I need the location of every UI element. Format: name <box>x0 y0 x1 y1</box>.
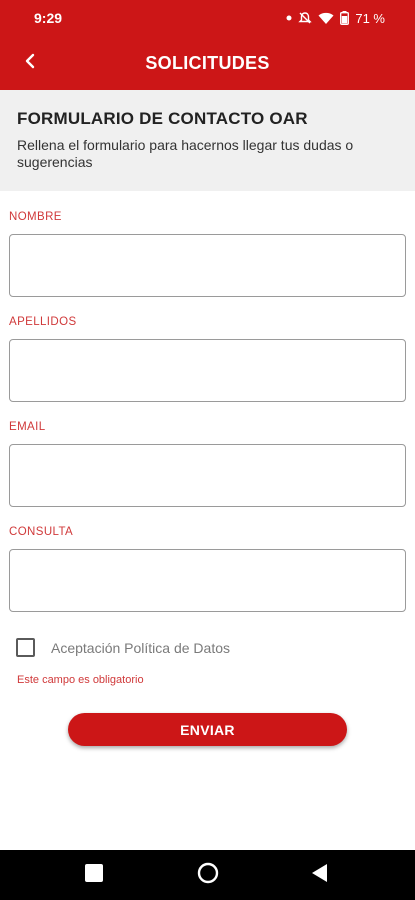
privacy-consent-checkbox[interactable] <box>16 638 35 657</box>
page-title: SOLICITUDES <box>145 52 270 73</box>
battery-icon <box>340 11 350 25</box>
status-time: 9:29 <box>34 10 63 26</box>
apellidos-input[interactable] <box>10 340 405 401</box>
nombre-input[interactable] <box>10 235 405 296</box>
consulta-input[interactable] <box>10 550 405 611</box>
nombre-field[interactable] <box>9 234 406 297</box>
mute-icon <box>298 11 313 25</box>
consulta-field[interactable] <box>9 549 406 612</box>
nombre-label: NOMBRE <box>9 211 62 223</box>
apellidos-field[interactable] <box>9 339 406 402</box>
privacy-consent-label[interactable]: Aceptación Política de Datos <box>51 640 230 656</box>
email-label: EMAIL <box>9 421 46 433</box>
chevron-left-icon <box>24 53 36 74</box>
status-icons: 71 % <box>286 11 385 26</box>
privacy-consent-row[interactable]: Aceptación Política de Datos <box>16 638 230 657</box>
form-subtitle: Rellena el formulario para hacernos lleg… <box>17 137 354 170</box>
recent-apps-button[interactable] <box>64 850 124 900</box>
back-button[interactable] <box>14 48 46 78</box>
app-bar: SOLICITUDES <box>0 36 415 90</box>
required-error-message: Este campo es obligatorio <box>17 674 144 686</box>
email-input[interactable] <box>10 445 405 506</box>
circle-icon <box>197 862 219 889</box>
apellidos-label: APELLIDOS <box>9 316 77 328</box>
email-field[interactable] <box>9 444 406 507</box>
status-bar: 9:29 71 % <box>0 0 415 36</box>
triangle-back-icon <box>311 863 329 888</box>
form-title: FORMULARIO DE CONTACTO OAR <box>17 109 308 128</box>
home-button[interactable] <box>178 850 238 900</box>
form-header: FORMULARIO DE CONTACTO OAR Rellena el fo… <box>0 90 415 191</box>
back-nav-button[interactable] <box>290 850 350 900</box>
system-nav-bar <box>0 850 415 900</box>
wifi-icon <box>318 12 334 25</box>
square-icon <box>85 863 103 887</box>
dot-icon <box>286 15 292 21</box>
enviar-button[interactable]: ENVIAR <box>68 713 347 746</box>
consulta-label: CONSULTA <box>9 526 74 538</box>
battery-percent: 71 % <box>355 10 385 26</box>
